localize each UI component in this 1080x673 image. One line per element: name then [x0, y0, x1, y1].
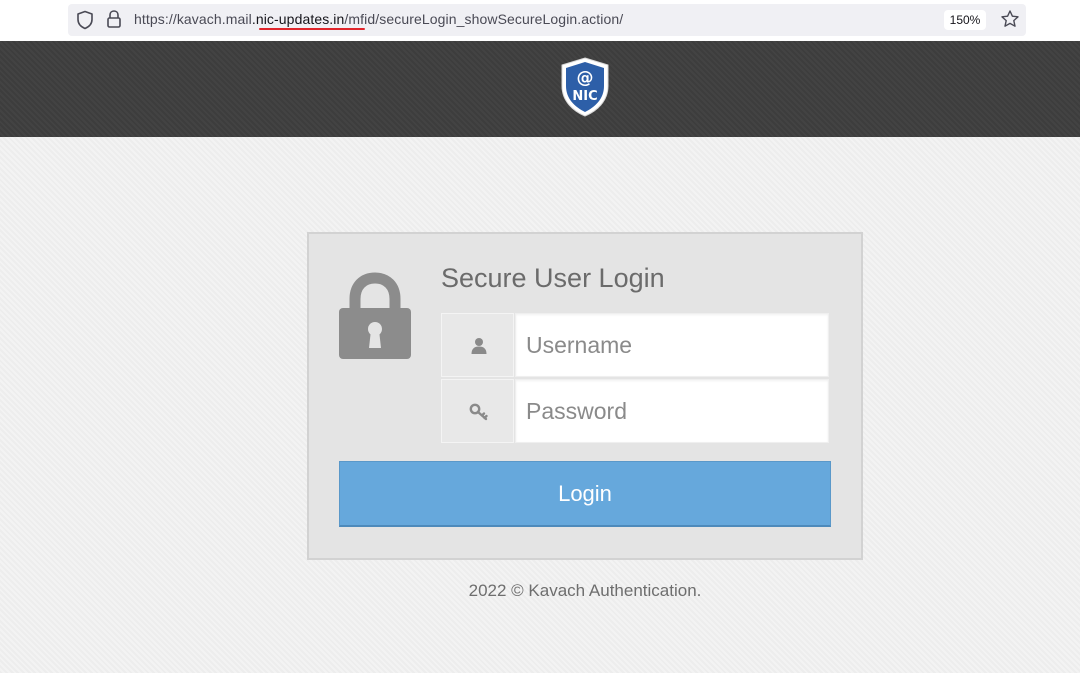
header-band — [0, 41, 1080, 137]
password-row — [441, 379, 829, 443]
star-icon[interactable] — [1000, 9, 1020, 29]
padlock-icon — [339, 272, 411, 359]
logo-symbol: @ — [577, 68, 594, 88]
footer-copyright: 2022 © Kavach Authentication. — [468, 581, 702, 600]
shield-icon[interactable] — [76, 10, 94, 30]
nic-logo: @ NIC — [561, 57, 609, 117]
browser-toolbar: https://kavach.mail.nic-updates.in/mfid/… — [0, 0, 1080, 41]
username-addon — [441, 313, 514, 377]
url-prefix: https://kavach.mail — [134, 11, 252, 27]
username-row — [441, 313, 829, 377]
user-icon — [471, 338, 487, 354]
password-input[interactable] — [515, 379, 829, 443]
key-icon — [469, 403, 488, 421]
password-addon — [441, 379, 514, 443]
url-domain: .nic-updates.in — [251, 11, 345, 27]
username-input[interactable] — [515, 313, 829, 377]
url-text[interactable]: https://kavach.mail.nic-updates.in/mfid/… — [134, 11, 623, 27]
logo-text: NIC — [572, 89, 597, 104]
url-suffix: /mfid/secureLogin_showSecureLogin.action… — [344, 11, 624, 27]
zoom-level-badge[interactable]: 150% — [944, 10, 986, 30]
login-button[interactable]: Login — [339, 461, 831, 527]
login-title: Secure User Login — [441, 263, 665, 293]
lock-icon[interactable] — [106, 9, 122, 29]
url-domain-underline — [259, 28, 365, 30]
